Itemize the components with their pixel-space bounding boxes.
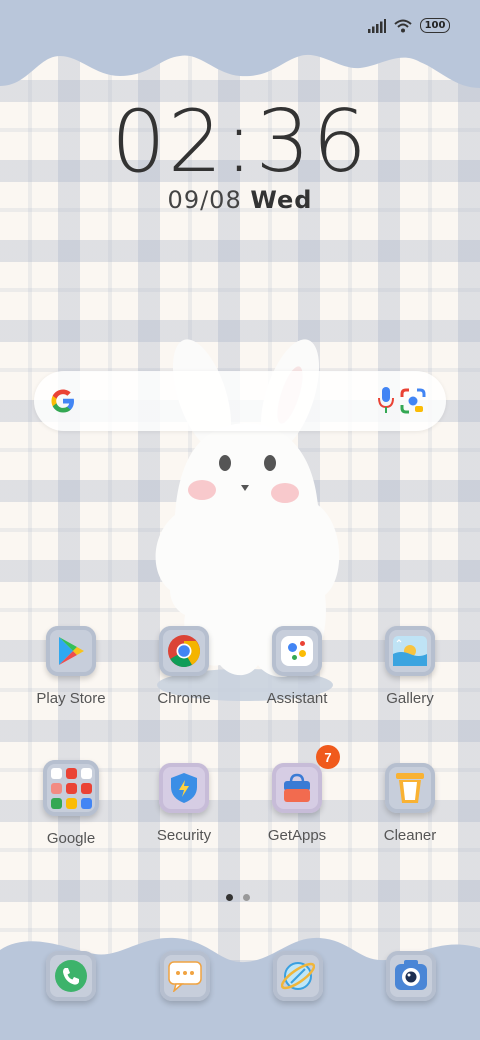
phone-icon (55, 960, 87, 992)
search-bar[interactable] (34, 371, 446, 431)
page-indicator[interactable] (226, 894, 250, 901)
app-label: GetApps (267, 827, 327, 844)
messages-icon (168, 961, 202, 992)
camera-icon (395, 960, 427, 990)
app-label: Cleaner (383, 827, 437, 844)
date-text: 09/08 (167, 186, 242, 214)
getapps-icon: 7 (272, 745, 340, 813)
app-security[interactable]: Security (129, 763, 239, 844)
app-chrome[interactable]: Chrome (129, 626, 239, 707)
clock-time: 02:36 (111, 92, 369, 192)
browser-icon (281, 962, 315, 990)
google-g-icon (51, 389, 74, 413)
app-assistant[interactable]: Assistant (242, 626, 352, 707)
cleaner-icon (385, 763, 435, 813)
app-label: Chrome (157, 690, 211, 707)
top-cloud-decoration (0, 0, 480, 88)
app-cleaner[interactable]: Cleaner (355, 763, 465, 844)
gallery-icon (385, 626, 435, 676)
app-label: Assistant (266, 690, 328, 707)
app-label: Play Store (36, 690, 106, 707)
assistant-icon (272, 626, 322, 676)
google-folder-icon (43, 760, 99, 816)
notification-badge: 7 (316, 745, 340, 769)
signal-icon (368, 18, 386, 33)
dock-messages[interactable] (160, 951, 210, 1001)
wifi-icon (394, 19, 412, 32)
security-icon (159, 763, 209, 813)
dock-camera[interactable] (386, 951, 436, 1001)
app-label: Google (46, 830, 96, 847)
app-play-store[interactable]: Play Store (16, 626, 126, 707)
status-bar: 100 (368, 18, 450, 33)
page-dot-active[interactable] (226, 894, 233, 901)
app-getapps[interactable]: 7 GetApps (242, 745, 352, 844)
page-dot[interactable] (243, 894, 250, 901)
app-google-folder[interactable]: Google (16, 760, 126, 847)
battery-indicator: 100 (420, 18, 450, 33)
app-label: Security (156, 827, 212, 844)
play-store-icon (46, 626, 96, 676)
weekday-text: Wed (250, 186, 313, 214)
voice-search-icon[interactable] (378, 386, 394, 414)
lens-camera-icon[interactable] (400, 388, 426, 414)
chrome-icon (159, 626, 209, 676)
dock-browser[interactable] (273, 951, 323, 1001)
dock-phone[interactable] (46, 951, 96, 1001)
clock-date: 09/08 Wed (0, 186, 480, 214)
app-gallery[interactable]: Gallery (355, 626, 465, 707)
app-label: Gallery (386, 690, 434, 707)
